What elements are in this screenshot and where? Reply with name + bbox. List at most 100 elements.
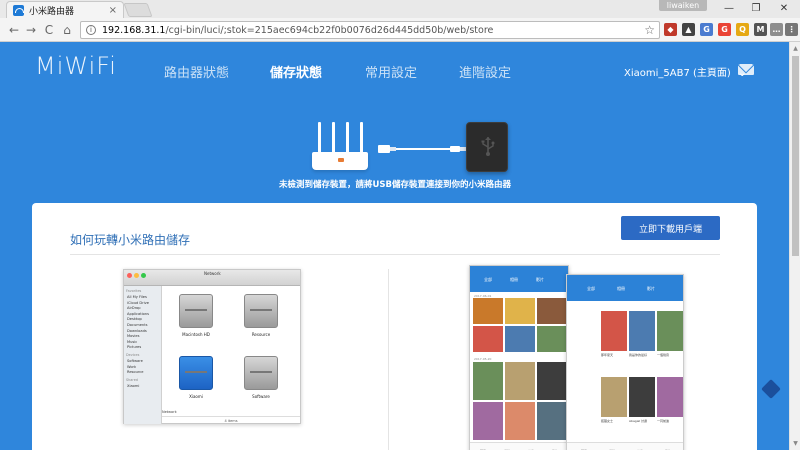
home-button[interactable]: ⌂ — [59, 22, 75, 38]
finder-sidebar-item[interactable]: Software — [127, 359, 143, 363]
hard-drive-icon[interactable] — [179, 294, 213, 328]
photo-thumbnail[interactable] — [473, 326, 503, 352]
movie-poster-caption: 狐狸女士 — [601, 419, 614, 423]
close-window-button[interactable]: ✕ — [770, 0, 798, 16]
device-name-label: Xiaomi_5AB7 (主頁面) — [624, 68, 731, 79]
finder-min-dot — [134, 273, 139, 278]
usb-cable-icon — [378, 145, 466, 153]
nav-advanced-settings[interactable]: 進階設定 — [459, 62, 511, 81]
photo-thumbnail[interactable] — [473, 362, 503, 400]
browser-tab-router[interactable]: 小米路由器 × — [6, 1, 124, 18]
address-bar[interactable]: i 192.168.31.1/cgi-bin/luci/;stok=215aec… — [80, 21, 660, 39]
nav-router-status[interactable]: 路由器狀態 — [164, 62, 229, 81]
card-column-divider — [388, 269, 389, 450]
finder-max-dot — [141, 273, 146, 278]
scroll-down-icon[interactable]: ▼ — [791, 438, 800, 448]
finder-sidebar-item[interactable]: Pictures — [127, 345, 141, 349]
site-info-icon[interactable]: i — [86, 25, 96, 35]
finder-sidebar-heading: Shared — [126, 377, 138, 382]
browser-extension-icon[interactable]: ◆ — [664, 23, 677, 36]
finder-path-label: Network — [162, 410, 177, 414]
photo-thumbnail[interactable] — [473, 298, 503, 324]
photo-thumbnail[interactable] — [505, 298, 535, 324]
photo-thumbnail[interactable] — [505, 402, 535, 440]
url-path: /cgi-bin/luci/;stok=215aec694cb22f0b0076… — [165, 24, 494, 36]
movie-poster-thumbnail[interactable] — [601, 377, 627, 417]
browser-tab-title: 小米路由器 — [29, 6, 75, 17]
finder-sidebar-item[interactable]: Work — [127, 365, 136, 369]
phone-tab: 相冊 — [510, 277, 518, 282]
mi-logo-mark — [338, 158, 344, 162]
reload-button[interactable]: C — [41, 22, 57, 38]
mail-icon[interactable] — [738, 64, 754, 75]
browser-extension-icon[interactable]: ▲ — [682, 23, 695, 36]
finder-window-title: Network — [204, 271, 221, 276]
movie-poster-thumbnail[interactable] — [657, 377, 683, 417]
xiaomi-network-drive-icon[interactable] — [179, 356, 213, 390]
photo-thumbnail[interactable] — [505, 326, 535, 352]
minimize-button[interactable]: — — [715, 0, 743, 16]
device-selector[interactable]: Xiaomi_5AB7 (主頁面) ⌄ — [624, 64, 746, 79]
movie-poster-thumbnail[interactable] — [629, 377, 655, 417]
phone-tab: 全部 — [587, 286, 595, 291]
hard-drive-icon[interactable] — [244, 294, 278, 328]
finder-sidebar-item[interactable]: Xiaomi — [127, 384, 139, 388]
finder-sidebar-item[interactable]: Downloads — [127, 329, 147, 333]
bookmark-star-icon[interactable]: ☆ — [644, 23, 655, 37]
page-scrollbar[interactable]: ▲ ▼ — [789, 42, 800, 450]
phone-screenshot-left: 全部 相冊 影片 2017-06-01 2017-05-20 首頁 資料 分享 … — [469, 265, 569, 450]
browser-extension-icon[interactable]: Q — [736, 23, 749, 36]
browser-extension-icon[interactable]: M — [754, 23, 767, 36]
new-tab-button[interactable] — [123, 3, 153, 17]
finder-sidebar-item[interactable]: Resource — [127, 370, 143, 374]
photo-thumbnail[interactable] — [537, 326, 567, 352]
movie-poster-thumbnail[interactable] — [657, 311, 683, 351]
feedback-corner-icon[interactable] — [761, 379, 781, 399]
download-client-button[interactable]: 立即下載用戶端 — [621, 216, 720, 240]
phone-bottom-bar: 首頁 資料 分享 我的 — [470, 442, 568, 450]
nav-storage-status[interactable]: 儲存狀態 — [270, 62, 322, 81]
router-page: MiWiFi 路由器狀態 儲存狀態 常用設定 進階設定 Xiaomi_5AB7 … — [0, 42, 789, 450]
url-text[interactable]: 192.168.31.1/cgi-bin/luci/;stok=215aec69… — [102, 25, 493, 36]
drive-label: Macintosh HD — [182, 332, 210, 337]
finder-sidebar-item[interactable]: Applications — [127, 312, 149, 316]
finder-sidebar-item[interactable]: iCloud Drive — [127, 301, 149, 305]
finder-sidebar-item[interactable]: Movies — [127, 334, 140, 338]
tab-close-icon[interactable]: × — [109, 5, 117, 16]
finder-sidebar-item[interactable]: Desktop — [127, 317, 142, 321]
wifi-favicon-icon — [13, 4, 24, 16]
finder-sidebar-item[interactable]: Documents — [127, 323, 148, 327]
scroll-thumb[interactable] — [792, 56, 799, 256]
finder-sidebar-item[interactable]: Music — [127, 340, 137, 344]
maximize-button[interactable]: ❐ — [742, 0, 770, 16]
router-antenna — [346, 122, 349, 154]
photo-thumbnail[interactable] — [537, 298, 567, 324]
card-title: 如何玩轉小米路由儲存 — [70, 233, 191, 247]
browser-extension-icon[interactable]: ⋮ — [785, 23, 798, 36]
photo-thumbnail[interactable] — [473, 402, 503, 440]
browser-extension-icon[interactable]: G — [718, 23, 731, 36]
phone-tab: 相冊 — [617, 286, 625, 291]
forward-button[interactable]: → — [23, 22, 39, 38]
browser-extension-icon[interactable]: G — [700, 23, 713, 36]
movie-poster-thumbnail[interactable] — [601, 311, 627, 351]
no-storage-message: 未檢測到儲存裝置，請將USB儲存裝置連接到你的小米路由器 — [278, 180, 511, 190]
back-button[interactable]: ← — [6, 22, 22, 38]
phone-section-label: 2017-05-20 — [474, 357, 492, 361]
movie-poster-thumbnail[interactable] — [629, 311, 655, 351]
browser-toolbar: ← → C ⌂ i 192.168.31.1/cgi-bin/luci/;sto… — [0, 18, 800, 42]
url-host: 192.168.31.1 — [102, 24, 166, 36]
phone-tab: 影片 — [536, 277, 544, 282]
miwifi-logo[interactable]: MiWiFi — [35, 52, 117, 80]
photo-thumbnail[interactable] — [505, 362, 535, 400]
router-antenna — [318, 122, 321, 154]
photo-thumbnail[interactable] — [537, 402, 567, 440]
hard-drive-icon[interactable] — [244, 356, 278, 390]
photo-thumbnail[interactable] — [537, 362, 567, 400]
finder-sidebar-item[interactable]: All My Files — [127, 295, 147, 299]
browser-extension-icon[interactable]: … — [770, 23, 783, 36]
finder-sidebar-item[interactable]: AirDrop — [127, 306, 141, 310]
nav-common-settings[interactable]: 常用設定 — [365, 62, 417, 81]
profile-badge[interactable]: liwaiken — [659, 0, 707, 11]
scroll-up-icon[interactable]: ▲ — [791, 43, 800, 53]
